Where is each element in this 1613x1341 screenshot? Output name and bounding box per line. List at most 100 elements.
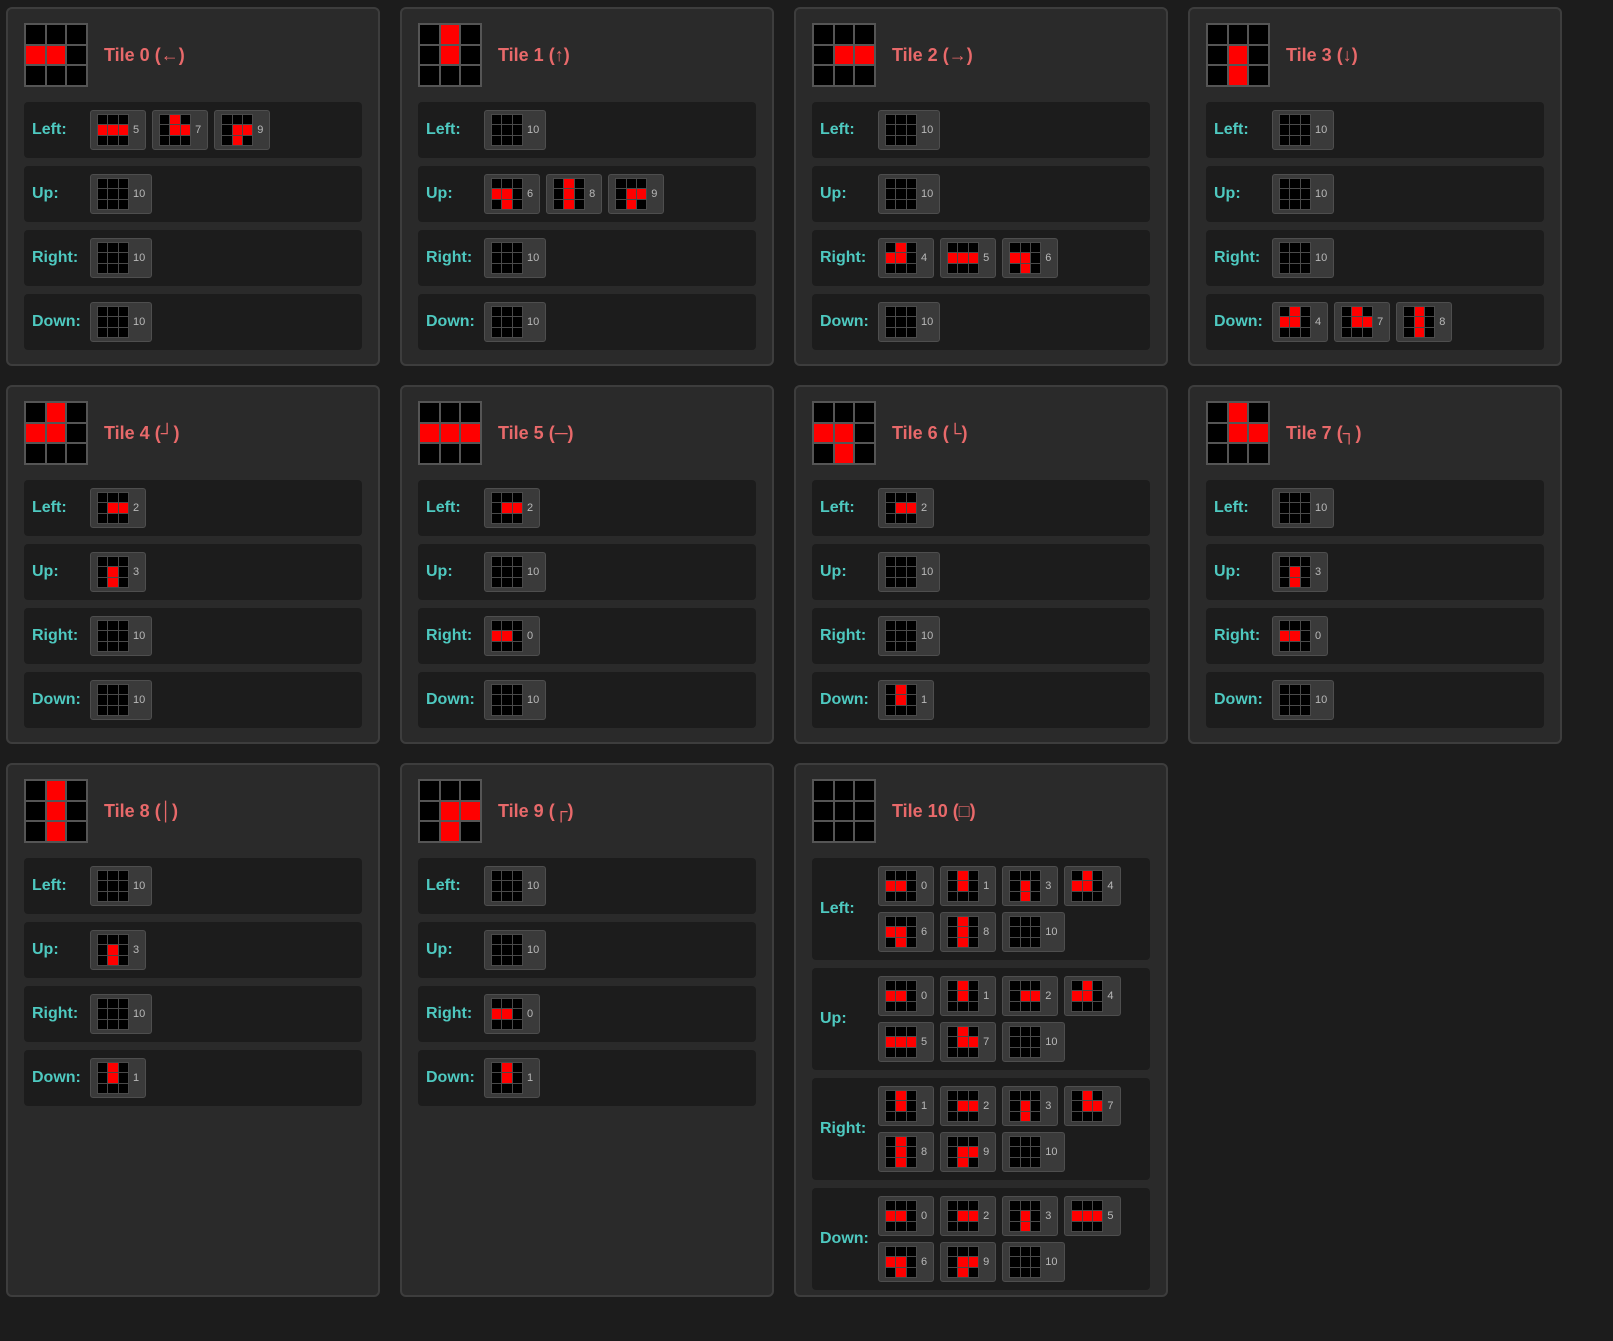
empty-cell [855, 403, 874, 422]
neighbor-chip[interactable]: 5 [1064, 1196, 1121, 1236]
neighbor-chip[interactable]: 3 [1002, 1196, 1059, 1236]
neighbor-chip[interactable]: 3 [1272, 552, 1329, 592]
neighbor-chip[interactable]: 10 [1272, 238, 1335, 278]
neighbor-chip[interactable]: 1 [940, 866, 997, 906]
neighbor-chip[interactable]: 10 [484, 110, 547, 150]
neighbor-chip[interactable]: 10 [1272, 680, 1335, 720]
neighbor-chip[interactable]: 2 [878, 488, 935, 528]
empty-cell [1072, 871, 1082, 881]
neighbor-chip[interactable]: 10 [484, 866, 547, 906]
neighbor-chip[interactable]: 6 [1002, 238, 1059, 278]
neighbor-chip[interactable]: 8 [878, 1132, 935, 1172]
neighbor-chip[interactable]: 0 [878, 976, 935, 1016]
neighbor-tile-thumbnail [1009, 1026, 1042, 1058]
empty-cell [502, 125, 512, 135]
neighbor-chip[interactable]: 7 [1334, 302, 1391, 342]
neighbor-chip[interactable]: 0 [878, 866, 935, 906]
neighbor-chip[interactable]: 10 [484, 552, 547, 592]
neighbor-chip[interactable]: 10 [90, 616, 153, 656]
neighbor-chip[interactable]: 10 [90, 302, 153, 342]
neighbor-chip[interactable]: 7 [1064, 1086, 1121, 1126]
neighbor-chip[interactable]: 10 [484, 302, 547, 342]
neighbor-tile-id: 2 [983, 1210, 990, 1222]
neighbor-chip[interactable]: 9 [214, 110, 271, 150]
neighbor-chip[interactable]: 4 [1064, 976, 1121, 1016]
neighbor-chip[interactable]: 10 [1002, 1022, 1065, 1062]
empty-cell [906, 917, 916, 927]
active-cell [440, 801, 460, 821]
tile-header: Tile 4 (┘) [24, 401, 362, 465]
neighbor-chip[interactable]: 2 [1002, 976, 1059, 1016]
neighbor-chip[interactable]: 10 [484, 930, 547, 970]
neighbor-chip[interactable]: 4 [878, 238, 935, 278]
neighbor-chip[interactable]: 7 [940, 1022, 997, 1062]
empty-cell [502, 881, 512, 891]
neighbor-tile-id: 4 [1315, 316, 1322, 328]
empty-cell [118, 1073, 128, 1083]
neighbor-tile-id: 4 [1107, 880, 1114, 892]
neighbor-chip[interactable]: 1 [878, 1086, 935, 1126]
neighbor-chip[interactable]: 5 [940, 238, 997, 278]
empty-cell [1030, 1157, 1041, 1167]
neighbor-chip[interactable]: 0 [1272, 616, 1329, 656]
neighbor-chip[interactable]: 10 [878, 174, 941, 214]
empty-cell [896, 641, 906, 651]
neighbor-chip[interactable]: 7 [152, 110, 209, 150]
neighbor-chip[interactable]: 5 [90, 110, 147, 150]
neighbor-chip[interactable]: 2 [484, 488, 541, 528]
neighbor-chip[interactable]: 0 [484, 616, 541, 656]
neighbor-chip[interactable]: 1 [940, 976, 997, 1016]
empty-cell [108, 1019, 118, 1029]
neighbor-chip[interactable]: 3 [90, 930, 147, 970]
empty-cell [492, 1063, 502, 1073]
neighbor-chip[interactable]: 8 [1396, 302, 1453, 342]
empty-cell [958, 891, 968, 901]
neighbor-chip[interactable]: 10 [1002, 1242, 1065, 1282]
neighbor-chip[interactable]: 6 [484, 174, 541, 214]
neighbor-chip[interactable]: 3 [1002, 1086, 1059, 1126]
neighbor-chip[interactable]: 10 [1002, 912, 1065, 952]
neighbor-chip[interactable]: 1 [90, 1058, 147, 1098]
neighbor-chip[interactable]: 10 [90, 174, 153, 214]
neighbor-chip[interactable]: 10 [878, 616, 941, 656]
neighbor-chip[interactable]: 10 [90, 994, 153, 1034]
neighbor-chip[interactable]: 9 [608, 174, 665, 214]
neighbor-chip[interactable]: 10 [878, 302, 941, 342]
neighbor-chip[interactable]: 4 [1272, 302, 1329, 342]
direction-label: Left: [32, 499, 67, 516]
neighbor-chip[interactable]: 10 [90, 680, 153, 720]
neighbor-chip[interactable]: 10 [1272, 110, 1335, 150]
neighbor-chip[interactable]: 10 [1272, 174, 1335, 214]
empty-cell [896, 115, 906, 125]
neighbor-chip[interactable]: 1 [484, 1058, 541, 1098]
neighbor-chip[interactable]: 10 [90, 866, 153, 906]
neighbor-chip[interactable]: 10 [484, 680, 547, 720]
neighbor-chip[interactable]: 2 [940, 1086, 997, 1126]
neighbor-chip[interactable]: 2 [90, 488, 147, 528]
active-cell [502, 631, 512, 641]
empty-cell [886, 641, 896, 651]
neighbor-chip[interactable]: 1 [878, 680, 935, 720]
neighbor-chip[interactable]: 9 [940, 1132, 997, 1172]
neighbor-chip[interactable]: 10 [1002, 1132, 1065, 1172]
neighbor-chip[interactable]: 10 [484, 238, 547, 278]
neighbor-chip[interactable]: 0 [878, 1196, 935, 1236]
empty-cell [1010, 263, 1020, 273]
neighbor-chip[interactable]: 0 [484, 994, 541, 1034]
neighbor-chip[interactable]: 3 [1002, 866, 1059, 906]
neighbor-chip[interactable]: 6 [878, 1242, 935, 1282]
neighbor-chip[interactable]: 6 [878, 912, 935, 952]
neighbor-chip[interactable]: 2 [940, 1196, 997, 1236]
neighbor-chip[interactable]: 5 [878, 1022, 935, 1062]
neighbor-chip[interactable]: 8 [546, 174, 603, 214]
neighbor-chip[interactable]: 3 [90, 552, 147, 592]
neighbor-chip[interactable]: 8 [940, 912, 997, 952]
neighbor-chip[interactable]: 4 [1064, 866, 1121, 906]
empty-cell [118, 199, 128, 209]
neighbor-chip[interactable]: 9 [940, 1242, 997, 1282]
neighbor-chip[interactable]: 10 [878, 552, 941, 592]
active-cell [896, 1091, 906, 1101]
neighbor-chip[interactable]: 10 [878, 110, 941, 150]
neighbor-chip[interactable]: 10 [1272, 488, 1335, 528]
neighbor-chip[interactable]: 10 [90, 238, 153, 278]
